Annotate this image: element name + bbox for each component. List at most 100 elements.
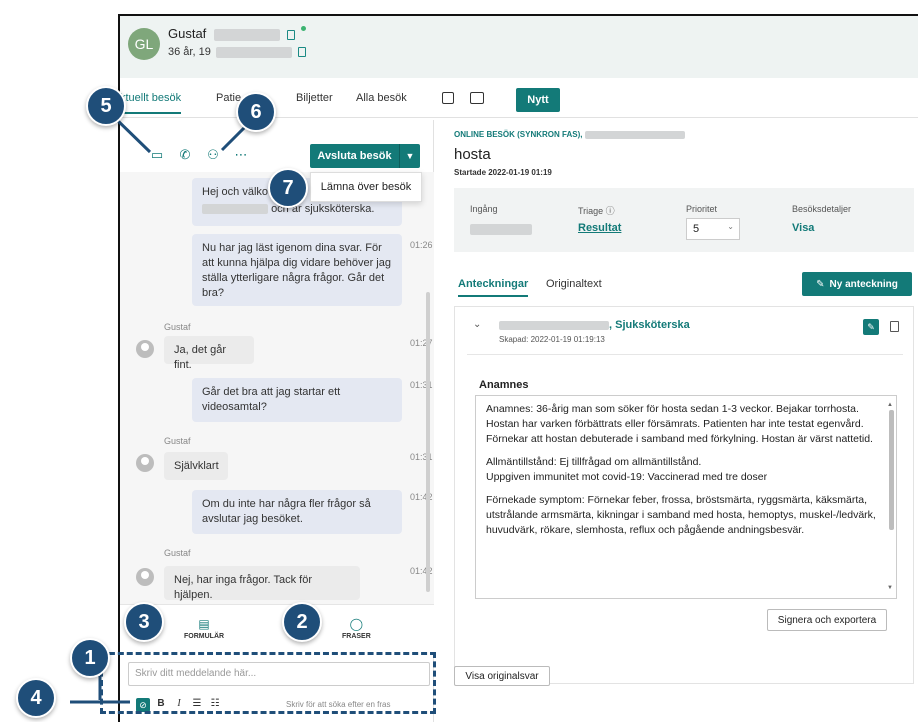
chat-message-out: Om du inte har några fler frågor så avsl… [192, 490, 402, 534]
triage-result-link[interactable]: Resultat [578, 222, 621, 234]
redacted-entry [470, 224, 532, 235]
patient-name: Gustaf [168, 26, 207, 41]
chat-message-in: Självklart [164, 452, 228, 480]
patient-avatar: GL [128, 28, 160, 60]
tab-all-visits[interactable]: Alla besök [356, 92, 407, 104]
patient-name-row: Gustaf [168, 26, 307, 41]
details-label: Besöksdetaljer [792, 204, 852, 214]
chat-tools: ▤ FORMULÄR ◯ FRASER [120, 604, 434, 654]
chat-message-out: Nu har jag läst igenom dina svar. För at… [192, 234, 402, 306]
chat-message-out: Går det bra att jag startar ett videosam… [192, 378, 402, 422]
message-sender: Gustaf [164, 322, 191, 332]
marker-2: 2 [282, 602, 322, 642]
tab-current-visit[interactable]: ktuellt besök [120, 92, 182, 114]
user-avatar-icon [136, 340, 154, 358]
visit-type-text: ONLINE BESÖK (SYNKRON FAS), [454, 130, 583, 139]
end-visit-label: Avsluta besök [317, 150, 392, 162]
message-sender: Gustaf [164, 436, 191, 446]
note-tabs: Anteckningar Originaltext ✎ Ny antecknin… [454, 266, 914, 302]
transfer-visit-menu-item[interactable]: Lämna över besök [310, 172, 422, 202]
phrases-label: FRASER [342, 633, 371, 640]
form-button[interactable]: ▤ FORMULÄR [184, 617, 224, 640]
transfer-user-icon[interactable]: ⚇ [206, 148, 220, 162]
scroll-down-icon[interactable]: ▼ [887, 581, 893, 596]
copy-icon[interactable] [890, 321, 899, 332]
new-note-button[interactable]: ✎ Ny anteckning [802, 272, 912, 296]
chevron-down-icon: ⌄ [727, 222, 734, 231]
tab-notes[interactable]: Anteckningar [458, 278, 529, 297]
edit-note-icon[interactable]: ✎ [863, 319, 879, 335]
chat-panel: ▭ ✆ ⚇ ⋯ Avsluta besök ▼ Lämna över besök… [120, 120, 434, 722]
anamnes-paragraph: Anamnes: 36-årig man som söker för hosta… [486, 403, 873, 445]
chat-bubble-icon: ◯ [349, 617, 364, 631]
priority-label: Prioritet [686, 204, 718, 214]
note-author: , Sjuksköterska [499, 319, 690, 331]
copy-icon[interactable] [286, 29, 295, 40]
tab-original-text[interactable]: Originaltext [546, 278, 602, 290]
phone-icon[interactable]: ✆ [178, 148, 192, 162]
patient-header: GL Gustaf 36 år, 19 [120, 16, 918, 78]
note-created: Skapad: 2022-01-19 01:19:13 [499, 335, 605, 344]
new-button[interactable]: Nytt [516, 88, 560, 112]
more-options-icon[interactable]: ⋯ [234, 148, 248, 162]
note-card: ⌄ , Sjuksköterska Skapad: 2022-01-19 01:… [454, 306, 914, 684]
anamnes-label: Anamnes [479, 379, 529, 391]
redacted-name [202, 204, 268, 215]
anamnes-textarea[interactable]: Anamnes: 36-årig man som söker för hosta… [475, 395, 897, 599]
user-avatar-icon [136, 454, 154, 472]
end-visit-button[interactable]: Avsluta besök ▼ [310, 144, 420, 168]
show-original-answers-button[interactable]: Visa originalsvar [454, 666, 550, 686]
video-call-icon[interactable]: ▭ [150, 148, 164, 162]
priority-select[interactable]: 5 ⌄ [686, 218, 740, 240]
user-avatar-icon [136, 568, 154, 586]
visit-title: hosta [454, 146, 491, 163]
new-note-label: Ny anteckning [829, 278, 898, 290]
copy-icon[interactable] [297, 47, 306, 58]
visit-type: ONLINE BESÖK (SYNKRON FAS), [454, 130, 685, 139]
message-time: 01:26 [410, 240, 433, 250]
chat-messages: Hej och välko och är sjuksköterska. Nu h… [120, 172, 434, 604]
marker-1: 1 [70, 638, 110, 678]
chat-action-bar: ▭ ✆ ⚇ ⋯ Avsluta besök ▼ [120, 120, 434, 172]
note-header: ⌄ , Sjuksköterska Skapad: 2022-01-19 01:… [467, 315, 903, 355]
document-icon[interactable] [442, 92, 454, 104]
edit-icon: ✎ [816, 278, 825, 290]
redacted-personal-number [215, 46, 292, 58]
chat-scrollbar[interactable] [426, 292, 430, 592]
form-label: FORMULÄR [184, 633, 225, 640]
anamnes-line: Allmäntillstånd: Ej tillfrågad om allmän… [486, 456, 702, 468]
chat-message-in: Nej, har inga frågor. Tack för hjälpen. [164, 566, 360, 601]
redacted-author [499, 320, 609, 330]
video-icon[interactable] [470, 92, 484, 104]
marker-3: 3 [124, 602, 164, 642]
sign-export-button[interactable]: Signera och exportera [767, 609, 887, 631]
highlight-compose-area [100, 652, 436, 714]
details-link[interactable]: Visa [792, 222, 814, 234]
form-icon: ▤ [198, 617, 210, 631]
note-author-role: , Sjuksköterska [609, 319, 690, 331]
marker-6: 6 [236, 92, 276, 132]
online-status-icon [301, 26, 307, 31]
visit-start-time: Startade 2022-01-19 01:19 [454, 168, 552, 177]
visit-panel: ONLINE BESÖK (SYNKRON FAS), hosta Starta… [446, 120, 916, 722]
redacted-surname [213, 28, 280, 41]
anamnes-line: Uppgiven immunitet mot covid-19: Vaccine… [486, 471, 768, 483]
redacted-clinic [584, 130, 685, 139]
triage-label: Triage ⓘ [578, 206, 615, 216]
entry-label: Ingång [470, 204, 498, 214]
priority-value: 5 [693, 223, 700, 235]
patient-age-row: 36 år, 19 [168, 46, 306, 58]
marker-5: 5 [86, 86, 126, 126]
marker-7: 7 [268, 168, 308, 208]
chevron-down-icon[interactable]: ⌄ [473, 319, 481, 330]
patient-age: 36 år, 19 [168, 46, 211, 58]
phrases-button[interactable]: ◯ FRASER [342, 617, 371, 640]
visit-info-box: Ingång Triage ⓘ Resultat Prioritet 5 ⌄ B… [454, 188, 914, 252]
chat-message-in: Ja, det går fint. [164, 336, 254, 371]
marker-4: 4 [16, 678, 56, 718]
message-sender: Gustaf [164, 548, 191, 558]
chevron-down-icon[interactable]: ▼ [400, 151, 420, 161]
tab-tickets[interactable]: Biljetter [296, 92, 333, 104]
anamnes-paragraph: Förnekade symptom: Förnekar feber, fross… [486, 494, 876, 536]
anamnes-scrollbar[interactable] [889, 410, 894, 530]
